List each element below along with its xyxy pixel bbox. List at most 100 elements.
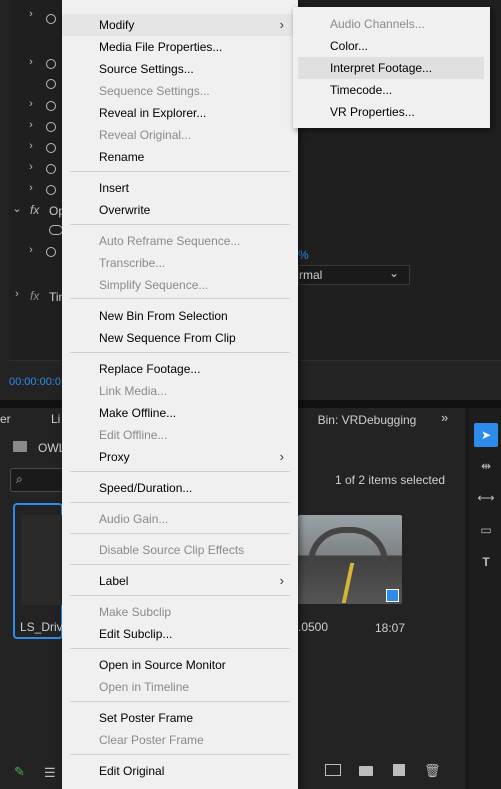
stopwatch-icon[interactable] <box>46 185 56 195</box>
menu-separator <box>70 502 290 503</box>
stopwatch-icon[interactable] <box>46 79 56 89</box>
submenu-arrow-icon: › <box>279 573 284 588</box>
expand-chevron-icon[interactable]: › <box>26 98 36 110</box>
track-select-tool-icon[interactable]: ⇹ <box>474 454 498 478</box>
menu-item-label: Clear Poster Frame <box>99 733 204 747</box>
menu-item-set-poster-frame[interactable]: Set Poster Frame <box>62 707 298 729</box>
expand-chevron-icon[interactable]: › <box>26 140 36 152</box>
submenu-arrow-icon: › <box>279 449 284 464</box>
panel-overflow-icon[interactable]: » <box>441 410 448 425</box>
menu-item-label: Link Media... <box>99 384 168 398</box>
menu-item-label: Reveal Original... <box>99 128 192 142</box>
mask-shape-icon[interactable] <box>49 225 63 235</box>
menu-item-label: Open in Timeline <box>99 680 190 694</box>
menu-item-label: Source Settings... <box>99 62 194 76</box>
submenu-item-audio-channels: Audio Channels... <box>298 13 484 35</box>
menu-item-clear-poster-frame: Clear Poster Frame <box>62 729 298 751</box>
opacity-percent[interactable]: % <box>298 248 309 262</box>
menu-item-source-settings[interactable]: Source Settings... <box>62 58 298 80</box>
expand-chevron-icon[interactable]: › <box>26 119 36 131</box>
menu-item-label[interactable]: Label › <box>62 570 298 592</box>
menu-item-edit-offline: Edit Offline... <box>62 424 298 446</box>
clip-name: .0500 <box>298 620 329 634</box>
expand-chevron-icon[interactable]: › <box>26 161 36 173</box>
menu-item-speed-duration[interactable]: Speed/Duration... <box>62 477 298 499</box>
menu-item-make-offline[interactable]: Make Offline... <box>62 402 298 424</box>
type-tool-icon[interactable]: T <box>474 550 498 574</box>
menu-item-overwrite[interactable]: Overwrite <box>62 199 298 221</box>
search-input[interactable]: ⌕ <box>10 468 64 492</box>
menu-item-new-sequence-from-clip[interactable]: New Sequence From Clip <box>62 327 298 349</box>
menu-item-label: Modify <box>99 18 135 32</box>
menu-item-edit-subclip[interactable]: Edit Subclip... <box>62 623 298 645</box>
expand-chevron-icon[interactable]: › <box>26 8 36 20</box>
panel-tab-libraries[interactable]: Li <box>51 412 60 426</box>
menu-item-label: Sequence Settings... <box>99 84 210 98</box>
submenu-item-interpret-footage[interactable]: Interpret Footage... <box>298 57 484 79</box>
menu-item-label: Audio Gain... <box>99 512 169 526</box>
menu-item-label: New Bin From Selection <box>99 309 228 323</box>
folder-up-icon[interactable] <box>13 441 27 452</box>
clip-preview-image <box>21 515 63 605</box>
menu-separator <box>70 171 290 172</box>
clip-thumbnail[interactable] <box>298 515 402 604</box>
stopwatch-icon[interactable] <box>46 247 56 257</box>
menu-item-rename[interactable]: Rename <box>62 146 298 168</box>
new-bin-icon[interactable] <box>359 766 373 776</box>
clip-thumbnail-selected[interactable] <box>13 503 63 639</box>
expand-chevron-icon[interactable]: › <box>26 182 36 194</box>
bin-tab[interactable]: Bin: VRDebugging <box>298 409 436 431</box>
submenu-item-timecode[interactable]: Timecode... <box>298 79 484 101</box>
expand-chevron-icon[interactable]: › <box>26 56 36 68</box>
list-view-icon[interactable]: ☰ <box>44 765 56 781</box>
menu-item-label: Label <box>99 574 129 588</box>
menu-item-media-file-properties[interactable]: Media File Properties... <box>62 36 298 58</box>
submenu-item-color[interactable]: Color... <box>298 35 484 57</box>
stopwatch-icon[interactable] <box>46 143 56 153</box>
expand-chevron-icon[interactable]: › <box>26 244 36 256</box>
stopwatch-icon[interactable] <box>46 164 56 174</box>
collapse-chevron-icon[interactable]: ⌄ <box>12 202 22 215</box>
menu-item-label: Simplify Sequence... <box>99 278 209 292</box>
submenu-item-label: Timecode... <box>330 83 393 97</box>
stopwatch-icon[interactable] <box>46 14 56 24</box>
playhead-timecode[interactable]: 00:00:00:0 <box>9 376 61 388</box>
menu-item-open-in-timeline: Open in Timeline <box>62 676 298 698</box>
submenu-item-vr-properties[interactable]: VR Properties... <box>298 101 484 123</box>
submenu-item-label: Interpret Footage... <box>330 61 433 75</box>
selection-tool-icon[interactable]: ➤ <box>474 423 498 447</box>
menu-separator <box>70 754 290 755</box>
menu-item-audio-gain: Audio Gain... <box>62 508 298 530</box>
stopwatch-icon[interactable] <box>46 122 56 132</box>
expand-chevron-icon[interactable]: › <box>12 288 22 300</box>
menu-separator <box>70 224 290 225</box>
automate-to-sequence-icon[interactable] <box>325 764 341 776</box>
panel-tab[interactable]: er <box>0 412 11 426</box>
menu-item-label: Transcribe... <box>99 256 166 270</box>
menu-item-label: Disable Source Clip Effects <box>99 543 245 557</box>
menu-item-reveal-original: Reveal Original... <box>62 124 298 146</box>
stopwatch-icon[interactable] <box>46 59 56 69</box>
menu-item-new-bin-from-selection[interactable]: New Bin From Selection <box>62 305 298 327</box>
stopwatch-icon[interactable] <box>46 101 56 111</box>
ripple-edit-tool-icon[interactable]: ⟷ <box>474 486 498 510</box>
trash-icon[interactable]: 🗑 <box>424 763 441 779</box>
menu-item-label: Rename <box>99 150 145 164</box>
rectangle-tool-icon[interactable]: ▭ <box>474 518 498 542</box>
menu-item-modify[interactable]: Modify › <box>62 14 298 36</box>
menu-item-label: Speed/Duration... <box>99 481 193 495</box>
modify-submenu: Audio Channels... Color... Interpret Foota… <box>293 7 490 128</box>
menu-item-replace-footage[interactable]: Replace Footage... <box>62 358 298 380</box>
pencil-icon[interactable]: ✎ <box>14 764 25 780</box>
menu-item-edit-original[interactable]: Edit Original <box>62 760 298 782</box>
menu-item-label: Auto Reframe Sequence... <box>99 234 241 248</box>
menu-item-insert[interactable]: Insert <box>62 177 298 199</box>
blend-mode-select[interactable]: rmal ⌄ <box>298 265 410 285</box>
new-item-icon[interactable] <box>393 764 405 776</box>
menu-item-open-in-source-monitor[interactable]: Open in Source Monitor <box>62 654 298 676</box>
menu-item-proxy[interactable]: Proxy › <box>62 446 298 468</box>
menu-item-label: Set Poster Frame <box>99 711 194 725</box>
menu-separator <box>70 648 290 649</box>
menu-item-label: Media File Properties... <box>99 40 223 54</box>
menu-item-reveal-in-explorer[interactable]: Reveal in Explorer... <box>62 102 298 124</box>
